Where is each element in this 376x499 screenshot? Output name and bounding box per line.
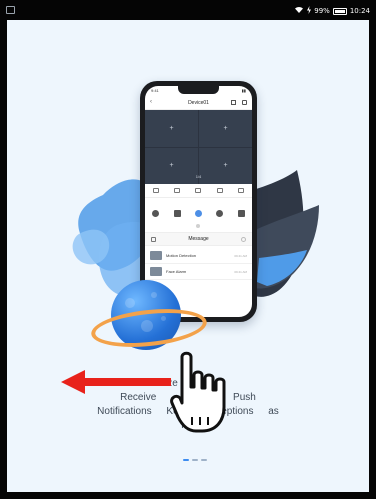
audio-icon — [195, 188, 202, 193]
notification-icon — [6, 6, 15, 14]
device-header: ‹ Device01 — [145, 96, 252, 110]
more-icon — [237, 209, 245, 217]
wifi-icon — [294, 6, 304, 16]
scroll-dot — [196, 224, 200, 228]
video-page-indicator: 1/4 — [195, 174, 202, 179]
message-icon — [151, 237, 156, 242]
add-channel-icon: + — [199, 110, 252, 147]
message-title: Motion Detection — [166, 253, 197, 258]
swipe-hand-icon — [170, 351, 226, 433]
message-thumbnail — [150, 251, 162, 260]
camera-icon — [216, 209, 224, 217]
message-time: 09:41 AM — [234, 253, 247, 258]
playback-toolbar — [145, 184, 252, 198]
message-title: Message — [188, 236, 209, 242]
phone-battery-icon: ▮▮ — [241, 88, 246, 93]
record-icon — [173, 209, 181, 217]
phone-status-time: 9:41 — [151, 88, 159, 93]
edit-icon — [242, 100, 247, 105]
message-list: Motion Detection 09:41 AM Face Alarm 09:… — [145, 248, 252, 280]
page-dot[interactable] — [192, 459, 198, 461]
grid-icon — [231, 100, 236, 105]
settings-icon — [241, 237, 246, 242]
list-item: Face Alarm 09:41 AM — [145, 264, 252, 280]
message-time: 09:41 AM — [234, 269, 247, 274]
page-indicator[interactable] — [183, 459, 207, 461]
fullscreen-icon — [216, 188, 223, 193]
page-dot[interactable] — [201, 459, 207, 461]
video-grid: + + + + — [145, 110, 252, 184]
stream-icon — [174, 188, 181, 193]
control-bar — [145, 204, 252, 222]
page-dot-active[interactable] — [183, 459, 189, 461]
onboarding-illustration: 9:41 ▮▮ ‹ Device01 + + + + 1/4 Message M… — [7, 20, 369, 380]
message-title: Face Alarm — [166, 269, 187, 274]
add-channel-icon: + — [145, 110, 198, 147]
back-icon: ‹ — [150, 99, 152, 105]
onboarding-screen[interactable]: 9:41 ▮▮ ‹ Device01 + + + + 1/4 Message M… — [7, 20, 369, 492]
battery-icon — [332, 7, 347, 15]
swipe-left-arrow-icon — [61, 370, 171, 394]
list-item: Motion Detection 09:41 AM — [145, 248, 252, 264]
charging-icon — [307, 6, 312, 16]
phone-screen: 9:41 ▮▮ ‹ Device01 + + + + 1/4 Message M… — [145, 86, 252, 317]
device-title: Device01 — [188, 99, 209, 106]
snapshot-icon — [152, 209, 160, 217]
message-thumbnail — [150, 267, 162, 276]
battery-percent: 99% — [314, 7, 330, 15]
phone-notch — [178, 86, 219, 94]
message-header: Message — [145, 232, 252, 246]
status-time: 10:24 — [349, 7, 370, 15]
status-bar: 99% 10:24 — [0, 0, 376, 20]
layout-icon — [238, 188, 245, 193]
play-icon — [152, 188, 159, 193]
microphone-icon — [194, 209, 202, 217]
